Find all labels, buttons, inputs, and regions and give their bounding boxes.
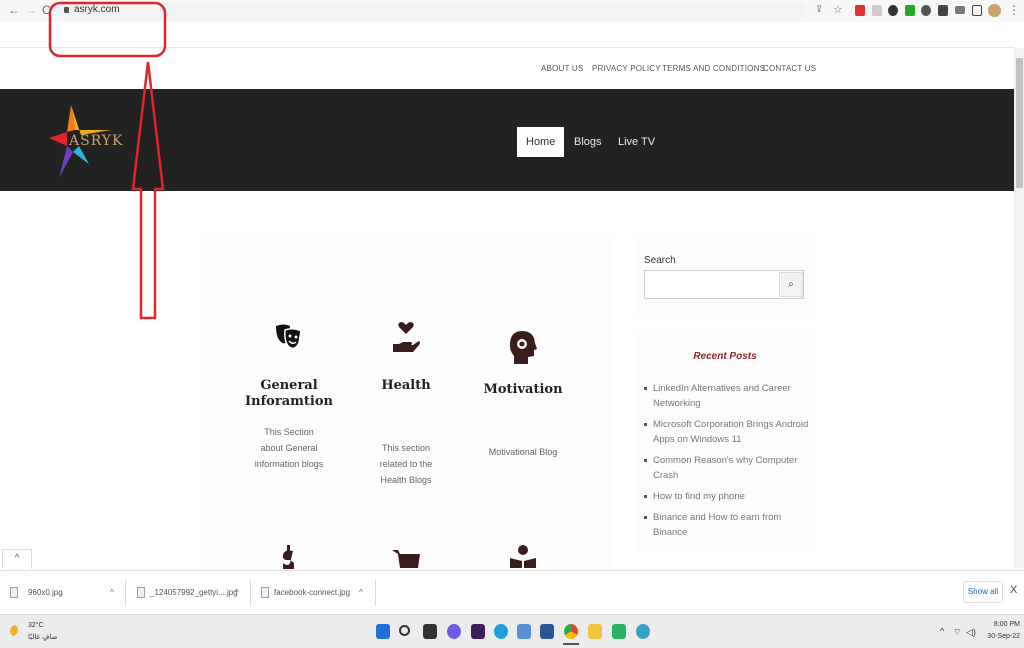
puzzle-icon[interactable] [938, 5, 948, 16]
recent-post-link[interactable]: LinkedIn Alternatives and Career Network… [644, 381, 809, 411]
back-button[interactable]: ← [8, 3, 20, 17]
tray-chevron-icon[interactable]: ^ [940, 626, 944, 636]
file-icon [10, 587, 18, 598]
recent-post-link[interactable]: Binance and How to earn from Binance [644, 510, 809, 540]
recent-post-link[interactable]: How to find my phone [644, 489, 809, 504]
premiere-icon[interactable] [471, 624, 485, 639]
file-explorer-icon[interactable] [588, 624, 602, 639]
close-downloads-button[interactable]: X [1010, 584, 1017, 596]
word-icon[interactable] [540, 624, 554, 639]
file-icon [137, 587, 145, 598]
dollar-icon [282, 545, 294, 569]
active-indicator [563, 643, 579, 645]
weather-temp[interactable]: 32°C [28, 622, 44, 629]
lock-icon [64, 7, 69, 13]
extension-icon[interactable] [855, 5, 865, 16]
chevron-up-icon[interactable]: ^ [235, 582, 239, 604]
extension-icon[interactable] [905, 5, 915, 16]
profile-avatar[interactable] [988, 4, 1001, 17]
category-description: This Section about General information b… [254, 427, 324, 469]
wifi-icon[interactable]: ⌔ [953, 627, 961, 638]
browser-toolbar: ← → C asryk.com ⇪ ☆ ⋮ [0, 0, 1024, 22]
download-filename[interactable]: facebook-connect.jpg [274, 582, 350, 604]
scrollbar-thumb[interactable] [1016, 58, 1023, 188]
divider [375, 580, 376, 606]
app-icon[interactable] [517, 624, 531, 639]
hand-holding-heart-icon [393, 322, 420, 352]
divider [125, 580, 126, 606]
download-item[interactable]: 960x0.jpg ^ [10, 582, 120, 604]
recent-posts-title: Recent Posts [693, 351, 757, 362]
bookmark-star-icon[interactable]: ☆ [833, 3, 843, 16]
show-all-button[interactable]: Show all [963, 581, 1003, 603]
site-header [0, 89, 1014, 191]
reload-button[interactable]: C [42, 3, 51, 17]
weather-description[interactable]: صافٍ غالبًا [28, 633, 57, 641]
cart-icon [392, 550, 420, 568]
weather-moon-icon[interactable] [10, 625, 22, 637]
chevron-up-icon[interactable]: ^ [359, 582, 363, 604]
chat-icon[interactable] [447, 624, 461, 639]
search-taskbar-icon[interactable] [399, 625, 410, 636]
side-panel-icon[interactable] [972, 5, 982, 16]
divider [250, 580, 251, 606]
category-description: Motivational Blog [488, 447, 558, 457]
chevron-up-icon[interactable]: ^ [110, 582, 114, 604]
top-link-terms[interactable]: TERMS AND CONDITIONS [662, 64, 765, 73]
clock-time[interactable]: 8:00 PM [986, 621, 1020, 628]
recent-post-link[interactable]: Microsoft Corporation Brings Android App… [644, 417, 809, 447]
download-item[interactable]: _124057992_gettyi....jpg ^ [137, 582, 247, 604]
nav-blogs[interactable]: Blogs [565, 127, 611, 157]
search-button[interactable]: ⌕ [779, 272, 803, 297]
taskbar [0, 614, 1024, 648]
address-bar[interactable]: asryk.com [55, 2, 805, 19]
top-link-contact-us[interactable]: CONTACT US [763, 64, 816, 73]
category-title[interactable]: Motivation [468, 382, 578, 398]
search-label: Search [644, 255, 676, 266]
recent-posts-list: LinkedIn Alternatives and Career Network… [644, 381, 809, 546]
download-item[interactable]: facebook-connect.jpg ^ [261, 582, 371, 604]
divider [0, 47, 1014, 48]
category-motivation[interactable]: Motivation Motivational Blog [468, 382, 578, 460]
clock-date[interactable]: 30-Sep-22 [980, 633, 1020, 640]
browser-menu-icon[interactable]: ⋮ [1008, 3, 1020, 17]
reader-icon [510, 545, 536, 568]
edge-icon[interactable] [494, 624, 508, 639]
task-view-icon[interactable] [423, 624, 437, 639]
search-icon: ⌕ [788, 279, 794, 290]
extension-icon[interactable] [888, 5, 898, 16]
top-link-privacy-policy[interactable]: PRIVACY POLICY [592, 64, 661, 73]
reading-list-icon[interactable] [955, 6, 965, 14]
head-gear-icon [509, 331, 537, 364]
theater-masks-icon [276, 324, 302, 350]
extension-icon[interactable] [872, 5, 882, 16]
scroll-to-top-button[interactable]: ^ [2, 549, 32, 569]
download-filename[interactable]: 960x0.jpg [28, 582, 63, 604]
download-filename[interactable]: _124057992_gettyi....jpg [150, 582, 238, 604]
app-icon[interactable] [636, 624, 650, 639]
site-logo[interactable]: ASRYK [45, 102, 123, 185]
recent-post-link[interactable]: Common Reason's why Computer Crash [644, 453, 809, 483]
category-description: This section related to the Health Blogs [379, 443, 433, 485]
share-icon[interactable]: ⇪ [815, 4, 823, 15]
chrome-icon[interactable] [564, 624, 578, 639]
category-title[interactable]: Health [351, 378, 461, 394]
top-link-about-us[interactable]: ABOUT US [541, 64, 583, 73]
url-text[interactable]: asryk.com [74, 4, 120, 15]
category-title[interactable]: General Inforamtion [234, 378, 344, 410]
forward-button[interactable]: → [25, 3, 37, 17]
category-health[interactable]: Health This section related to the Healt… [351, 378, 461, 488]
logo-text: ASRYK [69, 133, 124, 149]
app-icon[interactable] [612, 624, 626, 639]
nav-home[interactable]: Home [517, 127, 565, 157]
category-general-information[interactable]: General Inforamtion This Section about G… [234, 378, 344, 472]
extension-icon[interactable] [921, 5, 931, 16]
file-icon [261, 587, 269, 598]
nav-live-tv[interactable]: Live TV [609, 127, 664, 157]
volume-icon[interactable]: ◁) [966, 627, 976, 638]
windows-start-icon[interactable] [376, 624, 390, 639]
